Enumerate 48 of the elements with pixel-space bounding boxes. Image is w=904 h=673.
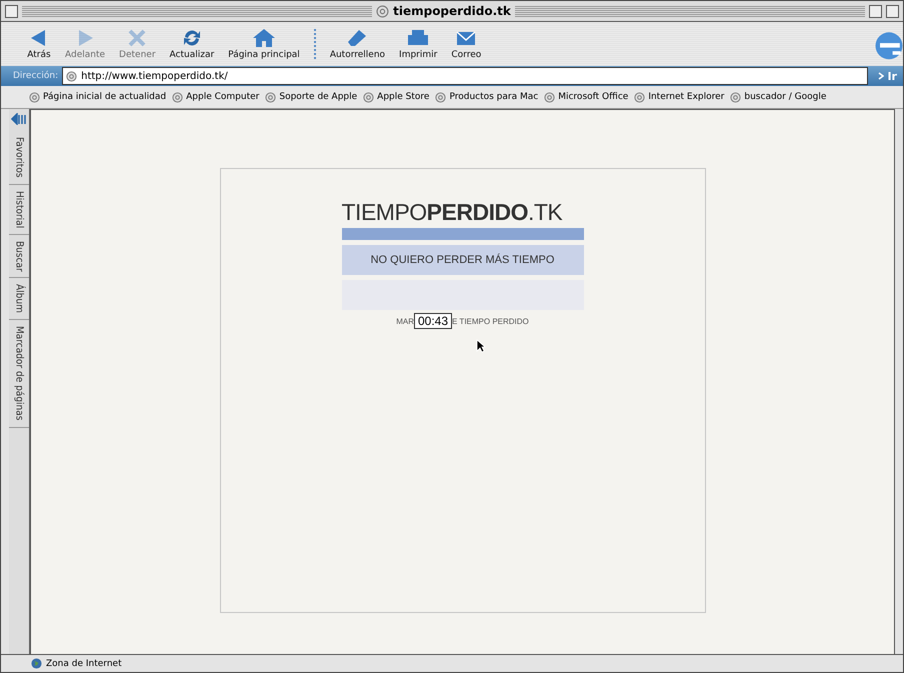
favorite-link[interactable]: Productos para Mac bbox=[435, 92, 538, 102]
close-box[interactable] bbox=[5, 4, 18, 18]
toolbar-button[interactable]: Atrás bbox=[21, 28, 57, 60]
toolbar-button[interactable]: Imprimir bbox=[393, 28, 444, 60]
sidebar-tab[interactable]: Historial bbox=[9, 184, 29, 235]
at-icon bbox=[363, 92, 374, 102]
zoom-box[interactable] bbox=[869, 4, 882, 18]
toolbar-button[interactable]: Correo bbox=[445, 28, 488, 60]
toolbar-button[interactable]: Página principal bbox=[222, 28, 306, 60]
mouse-pointer-icon bbox=[476, 339, 486, 353]
go-button[interactable]: Ir bbox=[872, 70, 903, 82]
time-tooltip: 00:43 bbox=[414, 313, 452, 329]
toolbar-button[interactable]: Actualizar bbox=[164, 28, 220, 60]
collapse-box[interactable] bbox=[886, 4, 900, 18]
favorite-link[interactable]: Internet Explorer bbox=[634, 92, 724, 102]
sidebar-tab[interactable]: Álbum bbox=[9, 278, 29, 320]
printer-icon bbox=[406, 28, 430, 48]
favorite-link[interactable]: Página inicial de actualidad bbox=[29, 92, 166, 102]
at-icon bbox=[376, 4, 390, 18]
caption-text: MAR bbox=[396, 316, 414, 326]
sidebar-toggle-icon[interactable] bbox=[11, 113, 27, 125]
status-text: Zona de Internet bbox=[46, 658, 122, 668]
at-icon bbox=[544, 92, 556, 102]
caption-text: E TIEMPO PERDIDO bbox=[452, 316, 529, 326]
sidebar-tab[interactable]: Favoritos bbox=[9, 131, 29, 185]
window-title: tiempoperdido.tk bbox=[393, 4, 511, 18]
sidebar-tab[interactable]: Marcador de páginas bbox=[9, 320, 29, 428]
at-icon bbox=[29, 92, 40, 102]
toolbar-button[interactable]: Autorrelleno bbox=[324, 28, 392, 60]
favorite-link[interactable]: buscador / Google bbox=[730, 92, 826, 102]
at-icon bbox=[172, 92, 184, 102]
favorite-link[interactable]: Microsoft Office bbox=[544, 92, 628, 102]
globe-icon bbox=[31, 658, 42, 669]
stop-wasting-button[interactable]: NO QUIERO PERDER MÁS TIEMPO bbox=[342, 245, 584, 275]
at-icon bbox=[435, 92, 446, 102]
address-field[interactable]: http://www.tiempoperdido.tk/ bbox=[62, 67, 868, 85]
sidebar-tab[interactable]: Buscar bbox=[9, 234, 29, 278]
at-icon bbox=[265, 92, 276, 102]
site-logo: TIEMPOPERDIDO.TK bbox=[342, 199, 564, 226]
chevron-icon bbox=[878, 72, 884, 80]
favorite-link[interactable]: Soporte de Apple bbox=[265, 92, 358, 102]
favorite-link[interactable]: Apple Store bbox=[363, 92, 430, 102]
at-icon bbox=[66, 70, 78, 82]
home-icon bbox=[252, 28, 276, 48]
at-icon bbox=[634, 92, 646, 102]
favorite-link[interactable]: Apple Computer bbox=[172, 92, 260, 102]
at-icon bbox=[730, 92, 742, 102]
address-label: Dirección: bbox=[13, 71, 58, 81]
